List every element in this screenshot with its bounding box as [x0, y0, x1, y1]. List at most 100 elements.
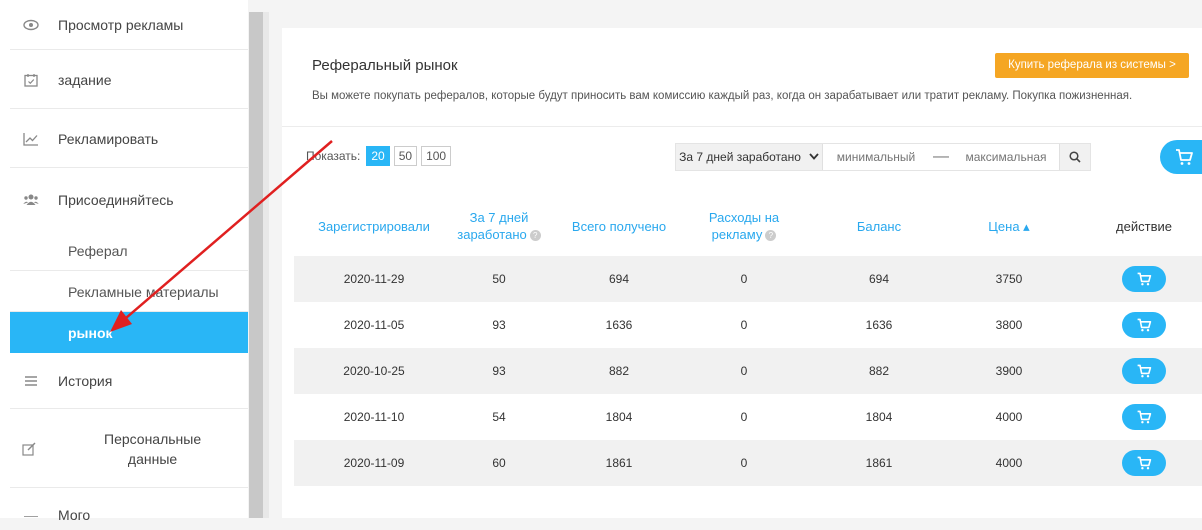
cart-icon — [1176, 149, 1193, 165]
table-header: Зарегистрировали За 7 дней заработано? В… — [294, 196, 1202, 256]
ad-spend-cell: 0 — [740, 456, 748, 470]
action-cell — [1089, 348, 1199, 394]
header-label: рекламу — [711, 227, 763, 242]
sidebar-item-label: задание — [58, 71, 112, 88]
column-balance[interactable]: Баланс — [824, 196, 934, 256]
sidebar-item-label: Реферал — [68, 242, 128, 259]
header-label: Баланс — [856, 218, 902, 234]
filter-field-select[interactable]: За 7 дней заработано — [676, 144, 823, 170]
range-dash: — — [929, 144, 953, 170]
ad-spend-cell: 0 — [740, 364, 748, 378]
calendar-icon — [22, 71, 40, 89]
sidebar-item-label: Рекламные материалы — [68, 283, 219, 300]
search-button[interactable] — [1059, 144, 1090, 170]
table-row: 2020-11-10 54 1804 0 1804 4000 — [294, 394, 1202, 440]
table-row: 2020-10-25 93 882 0 882 3900 — [294, 348, 1202, 394]
edit-icon — [22, 440, 36, 458]
sidebar: Просмотр рекламы задание Рекламировать П… — [0, 0, 248, 523]
cart-icon — [1137, 318, 1152, 332]
column-total-received[interactable]: Всего получено — [564, 196, 674, 256]
action-cell — [1089, 256, 1199, 302]
earned-7-days-cell: 54 — [492, 410, 506, 424]
column-registered[interactable]: Зарегистрировали — [304, 196, 444, 256]
page-size-selector: Показать: 20 50 100 — [306, 146, 455, 166]
price-cell: 4000 — [995, 410, 1023, 424]
divider — [282, 126, 1202, 127]
sidebar-item-more[interactable]: — Мого — [10, 500, 248, 530]
price-cell: 3800 — [995, 318, 1023, 332]
page-size-option[interactable]: 100 — [421, 146, 452, 166]
total-received-cell: 882 — [608, 364, 630, 378]
page-size-option[interactable]: 50 — [393, 146, 418, 166]
market-panel: Реферальный рынок Вы можете покупать реф… — [282, 28, 1202, 518]
earned-7-days-cell: 60 — [492, 456, 506, 470]
max-value-input[interactable] — [953, 144, 1059, 170]
registered-date-cell: 2020-11-05 — [343, 318, 405, 332]
header-label: действие — [1116, 218, 1172, 234]
header-label: За 7 дней — [469, 210, 529, 225]
sidebar-item-label: рынок — [68, 324, 113, 341]
price-cell: 3750 — [995, 272, 1023, 286]
header-label: Всего получено — [571, 218, 667, 234]
sidebar-item-label: Персональные данные — [104, 430, 202, 467]
chevron-down-icon — [809, 152, 819, 163]
action-cell — [1089, 440, 1199, 486]
dash-icon: — — [24, 507, 38, 523]
price-cell: 4000 — [995, 456, 1023, 470]
registered-date-cell: 2020-11-10 — [343, 410, 405, 424]
users-icon — [22, 191, 40, 209]
sidebar-item-tasks[interactable]: задание — [10, 51, 248, 109]
column-ad-spend[interactable]: Расходы на рекламу? — [689, 196, 799, 256]
sidebar-subitem-referral[interactable]: Реферал — [10, 231, 248, 271]
price-cell: 3900 — [995, 364, 1023, 378]
earned-7-days-cell: 93 — [492, 318, 506, 332]
min-value-input[interactable] — [823, 144, 929, 170]
cart-button[interactable] — [1160, 140, 1202, 174]
help-icon: ? — [529, 230, 541, 242]
ad-spend-cell: 0 — [740, 318, 748, 332]
ad-spend-cell: 0 — [740, 272, 748, 286]
balance-cell: 882 — [868, 364, 890, 378]
sidebar-subitem-market[interactable]: рынок — [10, 312, 248, 353]
action-cell — [1089, 394, 1199, 440]
total-received-cell: 1861 — [605, 456, 633, 470]
sidebar-subitem-ad-materials[interactable]: Рекламные материалы — [10, 272, 248, 312]
registered-date-cell: 2020-11-29 — [343, 272, 405, 286]
filter-field-label: За 7 дней заработано — [679, 150, 801, 164]
buy-referral-button[interactable] — [1122, 450, 1166, 476]
chart-icon — [22, 130, 40, 148]
sidebar-item-label: История — [58, 373, 113, 389]
show-label: Показать: — [306, 149, 361, 163]
table-row: 2020-11-05 93 1636 0 1636 3800 — [294, 302, 1202, 348]
registered-date-cell: 2020-10-25 — [343, 364, 405, 378]
header-label: Цена ▴ — [988, 218, 1030, 234]
buy-referral-button[interactable] — [1122, 266, 1166, 292]
column-price[interactable]: Цена ▴ — [954, 196, 1064, 256]
total-received-cell: 694 — [608, 272, 630, 286]
registered-date-cell: 2020-11-09 — [343, 456, 405, 470]
header-label: заработано — [457, 227, 527, 242]
sidebar-item-join[interactable]: Присоединяйтесь — [10, 169, 248, 231]
table-row: 2020-11-29 50 694 0 694 3750 — [294, 256, 1202, 302]
action-cell — [1089, 302, 1199, 348]
column-earned-7-days[interactable]: За 7 дней заработано? — [444, 196, 554, 256]
buy-referral-button[interactable] — [1122, 358, 1166, 384]
menu-icon — [22, 372, 40, 390]
buy-referral-button[interactable] — [1122, 312, 1166, 338]
column-action: действие — [1089, 196, 1199, 256]
cart-icon — [1137, 272, 1152, 286]
buy-referral-from-system-button[interactable]: Купить реферала из системы > — [995, 53, 1189, 78]
buy-referral-button[interactable] — [1122, 404, 1166, 430]
filter-bar: За 7 дней заработано — — [675, 143, 1091, 171]
earned-7-days-cell: 50 — [492, 272, 506, 286]
eye-icon — [22, 16, 40, 34]
sidebar-item-view-ads[interactable]: Просмотр рекламы — [10, 0, 248, 50]
sidebar-item-history[interactable]: История — [10, 354, 248, 409]
sidebar-item-personal-data[interactable]: Персональные данные — [10, 410, 248, 488]
sidebar-item-advertise[interactable]: Рекламировать — [10, 110, 248, 168]
earned-7-days-cell: 93 — [492, 364, 506, 378]
sidebar-item-label: Просмотр рекламы — [58, 16, 184, 33]
page-size-option[interactable]: 20 — [366, 146, 390, 166]
cart-icon — [1137, 456, 1152, 470]
scrollbar[interactable] — [249, 12, 263, 518]
